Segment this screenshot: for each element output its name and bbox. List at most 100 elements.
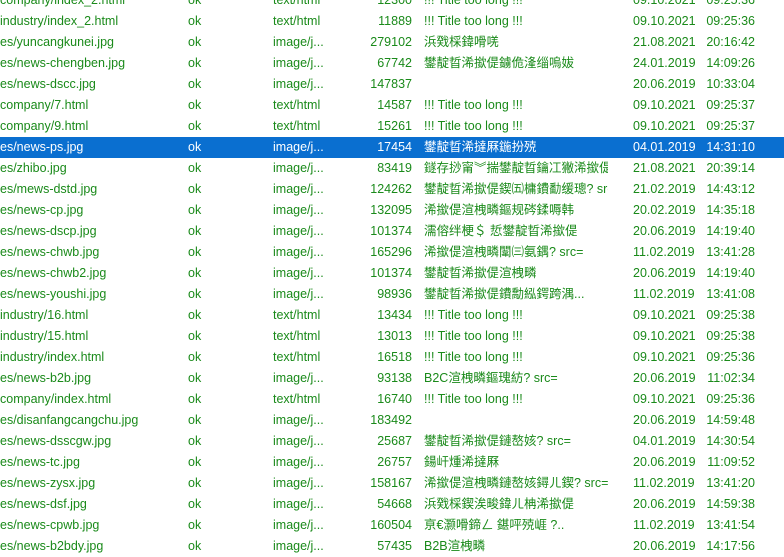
date-cell: 21.08.2021 (633, 35, 696, 49)
table-row[interactable]: es/news-chwb2.jpg ok image/j... 101374 鐢靛晢浠撳… (0, 263, 784, 284)
type-cell: text/html (273, 119, 321, 133)
table-row[interactable]: industry/16.html ok text/html 13434 !!! Titl… (0, 305, 784, 326)
date-cell: 04.01.2019 (633, 140, 696, 154)
date-cell: 20.06.2019 (633, 266, 696, 280)
title-cell: 鍚屽煄浠撻厤 (424, 455, 500, 469)
status-cell: ok (188, 35, 202, 49)
type-cell: image/j... (273, 203, 324, 217)
url-cell: es/news-dscp.jpg (0, 224, 97, 238)
type-cell: text/html (273, 329, 321, 343)
type-cell: image/j... (273, 287, 324, 301)
url-cell: industry/15.html (0, 329, 89, 343)
url-cell: es/yuncangkunei.jpg (0, 35, 114, 49)
size-cell: 12300 (377, 0, 412, 7)
url-cell: es/news-youshi.jpg (0, 287, 107, 301)
url-cell: es/news-dsscgw.jpg (0, 434, 112, 448)
type-cell: image/j... (273, 161, 324, 175)
table-row[interactable]: company/index.html ok text/html 16740 !!! Ti… (0, 389, 784, 410)
table-row[interactable]: es/news-cp.jpg ok image/j... 132095 浠撳偍渲栧疄鏂规… (0, 200, 784, 221)
title-cell: 鐢靛晢浠撳偍渲栧疄 (424, 266, 537, 280)
size-cell: 279102 (370, 35, 412, 49)
table-row[interactable]: es/news-dsf.jpg ok image/j... 54668 浜戣棌鍥涘畯鍏ㄦ… (0, 494, 784, 515)
status-cell: ok (188, 140, 202, 154)
table-row[interactable]: company/9.html ok text/html 15261 !!! Title … (0, 116, 784, 137)
table-row[interactable]: es/mews-dstd.jpg ok image/j... 124262 鐢靛晢浠撳偍… (0, 179, 784, 200)
url-cell: es/news-dsf.jpg (0, 497, 87, 511)
table-row[interactable]: es/disanfangcangchu.jpg ok image/j... 18349… (0, 410, 784, 431)
type-cell: image/j... (273, 35, 324, 49)
url-cell: es/news-b2b.jpg (0, 371, 92, 385)
table-row[interactable]: es/yuncangkunei.jpg ok image/j... 279102 浜戣棌… (0, 32, 784, 53)
type-cell: image/j... (273, 182, 324, 196)
status-cell: ok (188, 518, 202, 532)
date-cell: 11.02.2019 (633, 476, 695, 490)
table-row[interactable]: es/news-dscc.jpg ok image/j... 147837 20.06.… (0, 74, 784, 95)
status-cell: ok (188, 161, 202, 175)
status-cell: ok (188, 392, 202, 406)
date-cell: 09.10.2021 (633, 392, 696, 406)
size-cell: 160504 (370, 518, 412, 532)
time-cell: 14:35:18 (706, 203, 755, 217)
date-cell: 20.06.2019 (633, 455, 696, 469)
table-row[interactable]: es/news-tc.jpg ok image/j... 26757 鍚屽煄浠撻厤 20.… (0, 452, 784, 473)
url-cell: es/zhibo.jpg (0, 161, 67, 175)
type-cell: text/html (273, 0, 321, 7)
table-row[interactable]: es/news-chwb.jpg ok image/j... 165296 浠撳偍渲栧疄… (0, 242, 784, 263)
status-cell: ok (188, 119, 202, 133)
table-row[interactable]: es/news-cpwb.jpg ok image/j... 160504 亰€灏嗗鍗ㄥ… (0, 515, 784, 536)
date-cell: 09.10.2021 (633, 119, 696, 133)
title-cell: !!! Title too long !!! (424, 98, 523, 112)
time-cell: 13:41:28 (706, 245, 755, 259)
type-cell: image/j... (273, 455, 324, 469)
time-cell: 13:41:54 (706, 518, 755, 532)
status-cell: ok (188, 77, 202, 91)
date-cell: 11.02.2019 (633, 518, 695, 532)
date-cell: 24.01.2019 (633, 56, 696, 70)
table-row[interactable]: es/news-dscp.jpg ok image/j... 101374 濡傛绊梗＄ … (0, 221, 784, 242)
title-cell: !!! Title too long !!! (424, 0, 523, 7)
size-cell: 13434 (377, 308, 412, 322)
size-cell: 14587 (377, 98, 412, 112)
table-row[interactable]: es/news-zysx.jpg ok image/j... 158167 浠撳偍渲栧疄… (0, 473, 784, 494)
table-row[interactable]: es/zhibo.jpg ok image/j... 83419 鐩存挱甯︾揣鐢靛晢鑰冮… (0, 158, 784, 179)
table-row[interactable]: es/news-b2b.jpg ok image/j... 93138 B2C渲栧疄鏂瑰… (0, 368, 784, 389)
size-cell: 16740 (377, 392, 412, 406)
size-cell: 165296 (370, 245, 412, 259)
url-cell: es/mews-dstd.jpg (0, 182, 98, 196)
time-cell: 14:30:54 (706, 434, 755, 448)
title-cell: !!! Title too long !!! (424, 119, 523, 133)
table-row[interactable]: company/index_2.html ok text/html 12300 !!! … (0, 0, 784, 11)
title-cell: 浜戣棌鍏嗗唴 (424, 35, 500, 49)
status-cell: ok (188, 224, 202, 238)
table-row[interactable]: industry/index.html ok text/html 16518 !!! T… (0, 347, 784, 368)
type-cell: image/j... (273, 245, 324, 259)
type-cell: image/j... (273, 497, 324, 511)
results-list: company/index_2.html ok text/html 12300!!! … (0, 0, 784, 557)
date-cell: 20.06.2019 (633, 371, 696, 385)
type-cell: image/j... (273, 413, 324, 427)
table-row[interactable]: industry/index_2.html ok text/html 11889!!!… (0, 11, 784, 32)
table-row[interactable]: es/news-chengben.jpg ok image/j... 67742 鐢靛晢… (0, 53, 784, 74)
url-cell: es/news-cpwb.jpg (0, 518, 100, 532)
size-cell: 67742 (377, 56, 412, 70)
time-cell: 14:59:38 (706, 497, 755, 511)
status-cell: ok (188, 476, 202, 490)
url-cell: es/disanfangcangchu.jpg (0, 413, 139, 427)
time-cell: 20:39:14 (706, 161, 755, 175)
status-cell: ok (188, 266, 202, 280)
table-row[interactable]: es/news-ps.jpg ok image/j... 17454 鐢靛晢浠撻厤鍦扮殑… (0, 137, 784, 158)
time-cell: 11:09:52 (707, 455, 755, 469)
date-cell: 21.02.2019 (633, 182, 696, 196)
title-cell: 鐩存挱甯︾揣鐢靛晢鑰冮獙浠撳偍... (424, 161, 608, 175)
table-row[interactable]: industry/15.html ok text/html 13013 !!! Titl… (0, 326, 784, 347)
type-cell: image/j... (273, 140, 324, 154)
table-row[interactable]: es/news-dsscgw.jpg ok image/j... 25687 鐢靛晢浠撳… (0, 431, 784, 452)
table-row[interactable]: company/7.html ok text/html 14587 !!! Title … (0, 95, 784, 116)
date-cell: 09.10.2021 (633, 14, 696, 28)
status-cell: ok (188, 350, 202, 364)
size-cell: 17454 (377, 140, 412, 154)
status-cell: ok (188, 287, 202, 301)
date-cell: 20.06.2019 (633, 224, 696, 238)
table-row[interactable]: es/news-youshi.jpg ok image/j... 98936 鐢靛晢浠撳… (0, 284, 784, 305)
date-cell: 21.08.2021 (633, 161, 696, 175)
